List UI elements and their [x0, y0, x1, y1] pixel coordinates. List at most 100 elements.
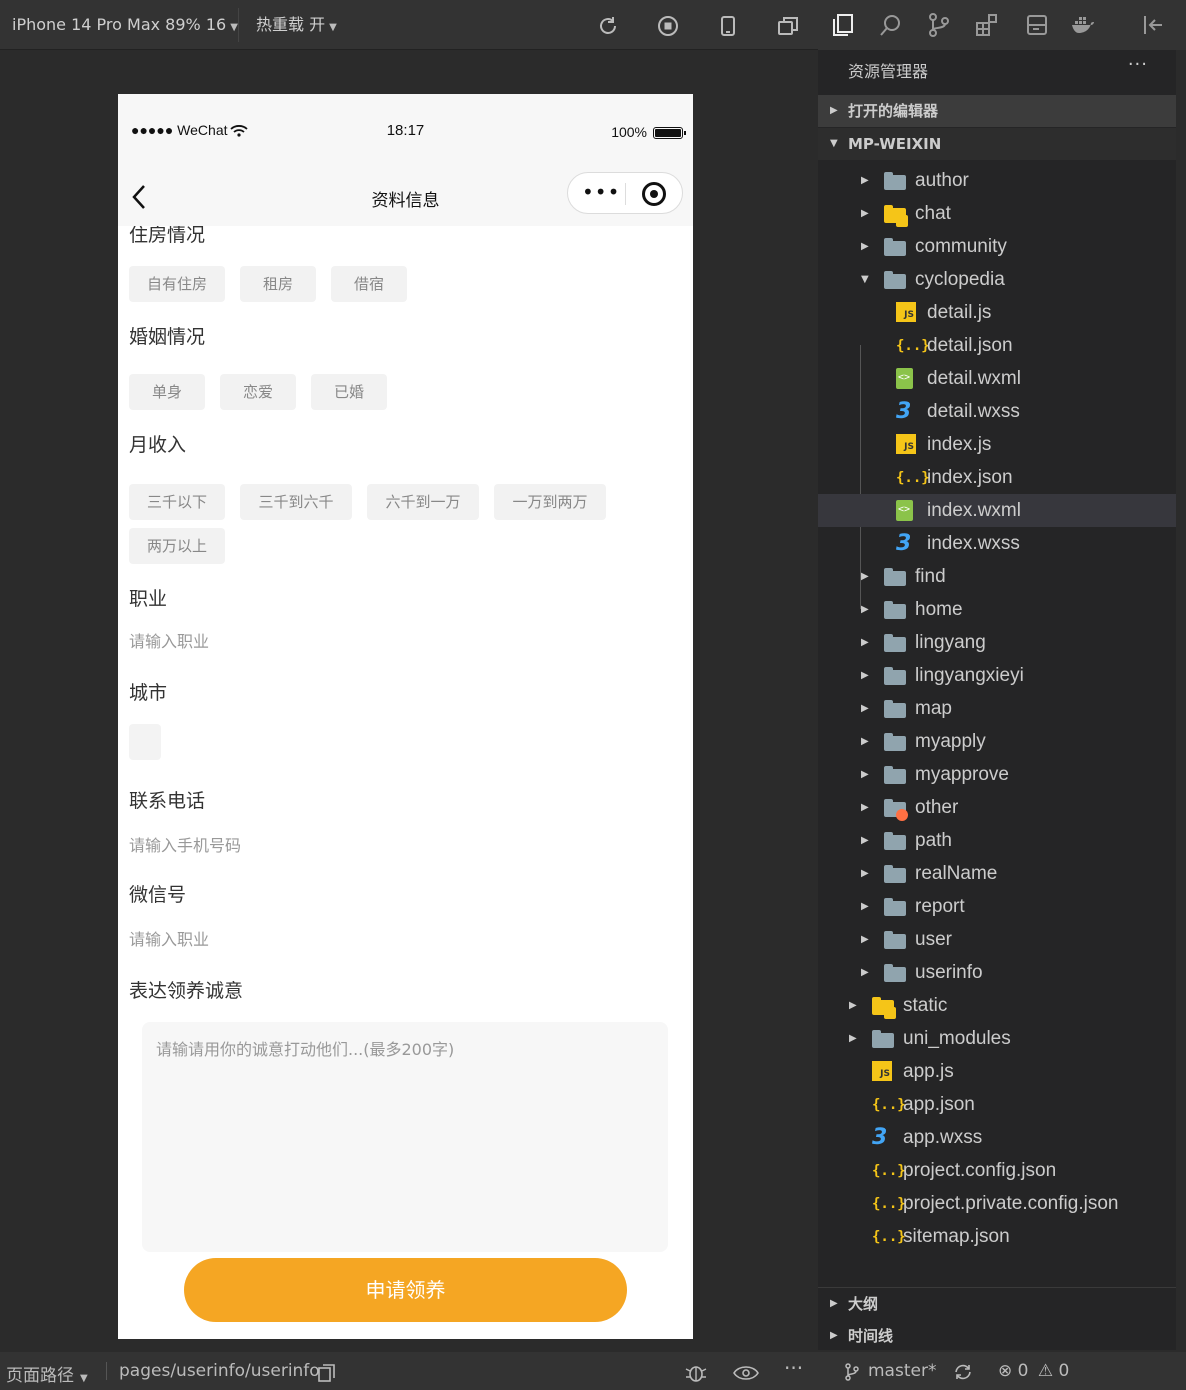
tree-item-home[interactable]: ▶ home: [818, 593, 1176, 626]
open-editors-section[interactable]: ▶ 打开的编辑器: [818, 95, 1176, 127]
refresh-icon[interactable]: [596, 14, 620, 38]
chevron-right-icon[interactable]: ▶: [849, 1022, 857, 1055]
tree-item-index-wxss[interactable]: 3 index.wxss: [818, 527, 1176, 560]
chevron-right-icon[interactable]: ▶: [861, 197, 869, 230]
collapse-panel-icon[interactable]: [1140, 12, 1166, 38]
phone-title: 联系电话: [129, 790, 206, 812]
tree-item-app-wxss[interactable]: 3 app.wxss: [818, 1121, 1176, 1154]
chevron-right-icon[interactable]: ▶: [861, 659, 869, 692]
tree-item-myapprove[interactable]: ▶ myapprove: [818, 758, 1176, 791]
sync-icon[interactable]: [952, 1363, 974, 1386]
extensions-icon[interactable]: [974, 12, 1000, 38]
chevron-right-icon[interactable]: ▶: [861, 725, 869, 758]
tree-item-detail-wxml[interactable]: detail.wxml: [818, 362, 1176, 395]
tree-item-report[interactable]: ▶ report: [818, 890, 1176, 923]
phone-input[interactable]: 请输入手机号码: [129, 832, 241, 856]
chevron-right-icon[interactable]: ▶: [861, 791, 869, 824]
close-miniprogram-icon[interactable]: [642, 182, 666, 206]
chevron-right-icon[interactable]: ▶: [861, 164, 869, 197]
outline-section[interactable]: ▶ 大纲: [818, 1287, 1176, 1319]
chevron-right-icon[interactable]: ▶: [861, 626, 869, 659]
window-icon[interactable]: [776, 14, 800, 38]
income-option[interactable]: 一万到两万: [494, 484, 606, 520]
income-option[interactable]: 三千以下: [129, 484, 225, 520]
tree-item-index-json[interactable]: {..} index.json: [818, 461, 1176, 494]
chevron-right-icon[interactable]: ▶: [849, 989, 857, 1022]
wechat-input[interactable]: 请输入职业: [129, 926, 209, 950]
eye-icon[interactable]: [733, 1365, 759, 1386]
income-option[interactable]: 三千到六千: [240, 484, 352, 520]
marriage-option[interactable]: 已婚: [311, 374, 387, 410]
tree-item-uni-modules[interactable]: ▶ uni_modules: [818, 1022, 1176, 1055]
timeline-section[interactable]: ▶ 时间线: [818, 1320, 1176, 1352]
chevron-right-icon[interactable]: ▶: [861, 758, 869, 791]
storage-icon[interactable]: [1024, 12, 1050, 38]
chevron-right-icon[interactable]: ▶: [861, 692, 869, 725]
tree-item-app-json[interactable]: {..} app.json: [818, 1088, 1176, 1121]
job-input[interactable]: 请输入职业: [129, 628, 209, 652]
search-icon[interactable]: [878, 12, 904, 38]
tree-item-author[interactable]: ▶ author: [818, 164, 1176, 197]
bug-icon[interactable]: [684, 1363, 708, 1388]
chevron-right-icon[interactable]: ▶: [861, 923, 869, 956]
tree-item-project-private-config-json[interactable]: {..} project.private.config.json: [818, 1187, 1176, 1220]
more-icon[interactable]: ···: [784, 1356, 803, 1380]
sincerity-textarea[interactable]: 请输请用你的诚意打动他们...(最多200字): [142, 1022, 668, 1252]
tree-item-chat[interactable]: ▶ chat: [818, 197, 1176, 230]
phone-icon[interactable]: [716, 14, 740, 38]
tree-item-userinfo[interactable]: ▶ userinfo: [818, 956, 1176, 989]
page-path-selector[interactable]: 页面路径 ▼: [6, 1361, 88, 1386]
housing-option[interactable]: 借宿: [331, 266, 407, 302]
tree-item-app-js[interactable]: JS app.js: [818, 1055, 1176, 1088]
branch-name[interactable]: master*: [868, 1361, 936, 1381]
tree-item-lingyang[interactable]: ▶ lingyang: [818, 626, 1176, 659]
marriage-option[interactable]: 恋爱: [220, 374, 296, 410]
more-icon[interactable]: •••: [582, 182, 620, 202]
source-control-icon[interactable]: [926, 12, 952, 38]
hot-reload-toggle[interactable]: 热重载 开 ▼: [256, 0, 337, 50]
chevron-right-icon[interactable]: ▶: [861, 824, 869, 857]
apply-button[interactable]: 申请领养: [184, 1258, 627, 1322]
tree-item-index-wxml[interactable]: index.wxml: [818, 494, 1176, 527]
tree-item-sitemap-json[interactable]: {..} sitemap.json: [818, 1220, 1176, 1253]
housing-option[interactable]: 租房: [240, 266, 316, 302]
tree-item-detail-js[interactable]: JS detail.js: [818, 296, 1176, 329]
docker-icon[interactable]: [1070, 12, 1096, 38]
chevron-right-icon[interactable]: ▶: [861, 230, 869, 263]
more-icon[interactable]: ···: [1128, 54, 1148, 75]
income-option[interactable]: 两万以上: [129, 528, 225, 564]
tree-item-find[interactable]: ▶ find: [818, 560, 1176, 593]
tree-item-project-config-json[interactable]: {..} project.config.json: [818, 1154, 1176, 1187]
tree-item-user[interactable]: ▶ user: [818, 923, 1176, 956]
tree-item-community[interactable]: ▶ community: [818, 230, 1176, 263]
city-picker[interactable]: [129, 724, 161, 760]
explorer-icon[interactable]: [830, 12, 856, 38]
tree-item-map[interactable]: ▶ map: [818, 692, 1176, 725]
tree-item-realname[interactable]: ▶ realName: [818, 857, 1176, 890]
tree-item-path[interactable]: ▶ path: [818, 824, 1176, 857]
tree-item-index-js[interactable]: JS index.js: [818, 428, 1176, 461]
tree-item-label: detail.wxss: [927, 401, 1020, 422]
tree-item-detail-wxss[interactable]: 3 detail.wxss: [818, 395, 1176, 428]
scrollbar[interactable]: [1176, 50, 1186, 1350]
problems-indicator[interactable]: ⊗ 0 ⚠ 0: [998, 1361, 1069, 1381]
chevron-right-icon[interactable]: ▶: [861, 593, 869, 626]
tree-item-detail-json[interactable]: {..} detail.json: [818, 329, 1176, 362]
chevron-right-icon[interactable]: ▶: [861, 560, 869, 593]
tree-item-lingyangxieyi[interactable]: ▶ lingyangxieyi: [818, 659, 1176, 692]
chevron-right-icon[interactable]: ▶: [861, 857, 869, 890]
marriage-option[interactable]: 单身: [129, 374, 205, 410]
project-section[interactable]: ▼ MP-WEIXIN: [818, 128, 1176, 160]
chevron-right-icon[interactable]: ▶: [861, 890, 869, 923]
tree-item-other[interactable]: ▶ other: [818, 791, 1176, 824]
housing-option[interactable]: 自有住房: [129, 266, 225, 302]
chevron-down-icon[interactable]: ▼: [861, 263, 869, 296]
income-option[interactable]: 六千到一万: [367, 484, 479, 520]
device-selector[interactable]: iPhone 14 Pro Max 89% 16 ▼: [12, 0, 238, 50]
chevron-right-icon[interactable]: ▶: [861, 956, 869, 989]
tree-item-myapply[interactable]: ▶ myapply: [818, 725, 1176, 758]
tree-item-cyclopedia[interactable]: ▼ cyclopedia: [818, 263, 1176, 296]
tree-item-static[interactable]: ▶ static: [818, 989, 1176, 1022]
stop-icon[interactable]: [656, 14, 680, 38]
copy-icon[interactable]: [318, 1364, 336, 1387]
